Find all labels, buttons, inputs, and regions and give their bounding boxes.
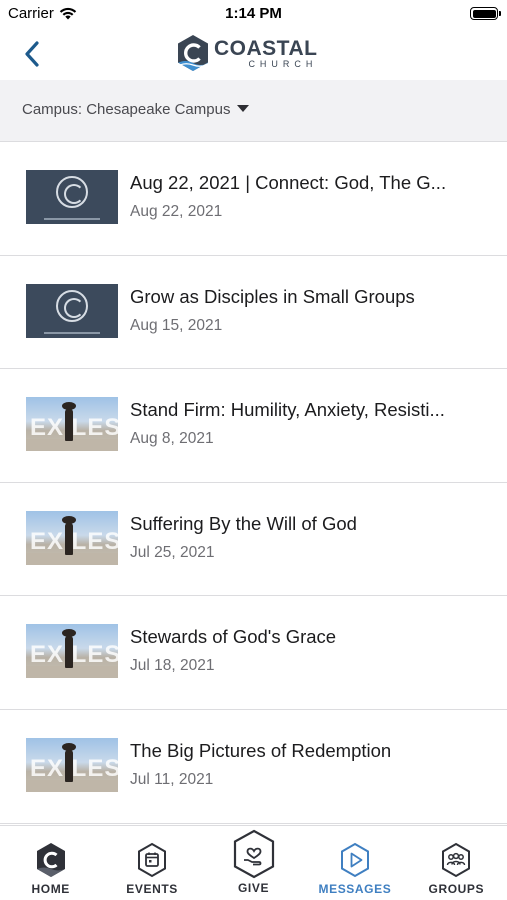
status-bar: Carrier 1:14 PM [0, 0, 507, 28]
sermon-thumbnail: EXILES [26, 624, 118, 679]
message-title: Stewards of God's Grace [130, 626, 337, 648]
navigation-bar: COASTAL CHURCH [0, 28, 507, 80]
message-date: Jul 18, 2021 [130, 657, 215, 675]
calendar-hex-icon [134, 841, 170, 879]
back-button[interactable] [14, 36, 50, 72]
tab-events[interactable]: EVENTS [101, 826, 202, 900]
message-title: Aug 22, 2021 | Connect: God, The G... [130, 172, 447, 193]
message-row[interactable]: Grow as Disciples in Small Groups Aug 15… [0, 256, 507, 370]
tab-give[interactable]: GIVE [203, 826, 304, 900]
message-row[interactable]: EXILES Stand Firm: Humility, Anxiety, Re… [0, 369, 507, 483]
message-title: Stand Firm: Humility, Anxiety, Resisti..… [130, 399, 445, 421]
chevron-left-icon [25, 41, 39, 67]
tab-label: EVENTS [126, 882, 178, 896]
sermon-thumbnail [26, 283, 118, 338]
message-row[interactable]: EXILES The Big Pictures of Redemption Ju… [0, 710, 507, 824]
campus-dropdown[interactable]: Campus: Chesapeake Campus [22, 101, 250, 118]
message-title: Grow as Disciples in Small Groups [130, 285, 415, 307]
exiles-title-art: EXILES [30, 754, 118, 782]
logo-name: COASTAL [214, 36, 318, 60]
church-logo: COASTAL CHURCH [176, 32, 317, 74]
exiles-title-art: EXILES [30, 641, 118, 669]
person-figure [62, 402, 76, 442]
status-time: 1:14 PM [225, 5, 282, 22]
sermon-thumbnail: EXILES [26, 397, 118, 452]
logo-subtitle: CHURCH [248, 58, 318, 69]
tab-messages[interactable]: MESSAGES [304, 826, 405, 900]
message-row[interactable]: EXILES Stewards of God's Grace Jul 18, 2… [0, 596, 507, 710]
tab-label: GROUPS [428, 882, 485, 896]
tab-home[interactable]: HOME [0, 826, 101, 900]
home-hex-icon [33, 841, 69, 879]
message-date: Aug 8, 2021 [130, 430, 214, 448]
message-row[interactable]: Aug 22, 2021 | Connect: God, The G... Au… [0, 142, 507, 256]
message-date: Jul 25, 2021 [130, 543, 215, 561]
campus-label: Campus: Chesapeake Campus [22, 101, 231, 118]
exiles-title-art: EXILES [30, 414, 118, 442]
person-figure [62, 515, 76, 555]
tab-label: GIVE [237, 881, 270, 895]
message-list: Aug 22, 2021 | Connect: God, The G... Au… [0, 142, 507, 825]
sermon-thumbnail: EXILES [26, 510, 118, 565]
connect-logo-icon [56, 176, 88, 208]
message-title: Suffering By the Will of God [130, 512, 357, 534]
tab-label: MESSAGES [318, 882, 392, 896]
message-title: The Big Pictures of Redemption [130, 739, 392, 761]
coastal-logo-icon [178, 35, 208, 71]
heart-hand-hex-icon [231, 829, 277, 879]
people-hex-icon [438, 841, 474, 879]
message-date: Jul 11, 2021 [130, 770, 214, 788]
exiles-title-art: EXILES [30, 527, 118, 555]
caret-down-icon [237, 105, 250, 112]
sermon-thumbnail: EXILES [26, 737, 118, 792]
campus-filter-bar: Campus: Chesapeake Campus [0, 80, 507, 142]
person-figure [62, 629, 76, 669]
message-date: Aug 15, 2021 [130, 316, 223, 334]
connect-logo-icon [56, 289, 88, 322]
message-date: Aug 22, 2021 [130, 203, 223, 220]
tab-bar: HOME EVENTS GIVE MESSAGES GROUPS [0, 825, 507, 900]
sermon-thumbnail [26, 170, 118, 224]
message-row[interactable]: EXILES Suffering By the Will of God Jul … [0, 483, 507, 597]
battery-icon [470, 7, 501, 20]
logo-wordmark: COASTAL CHURCH [214, 38, 317, 69]
play-hex-icon [337, 841, 373, 879]
tab-label: HOME [31, 882, 70, 896]
tab-groups[interactable]: GROUPS [406, 826, 507, 900]
person-figure [62, 742, 76, 782]
